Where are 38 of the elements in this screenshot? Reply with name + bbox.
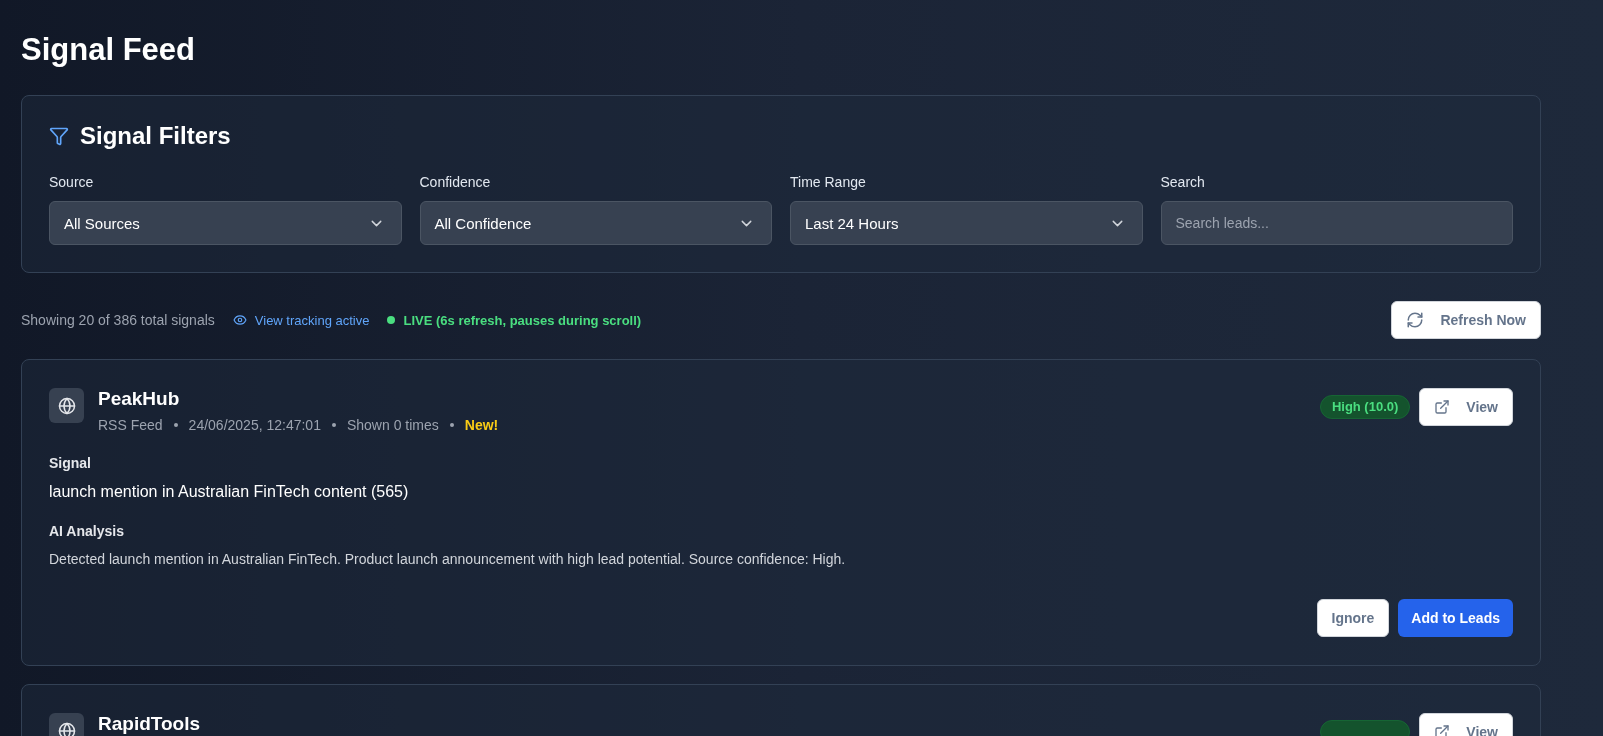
filter-dropdown[interactable]: All Confidence [419,201,772,245]
live-status-dot [387,316,396,324]
signal-company-name: RapidTools [98,713,201,735]
filter-icon [49,126,69,146]
filter-label: Search [1160,174,1206,190]
page-title: Signal Feed [21,31,196,69]
search-field[interactable]: Search leads... [1160,201,1513,245]
bullet-separator-icon [449,423,454,427]
external-link-icon [1434,724,1451,736]
confidence-badge: High (10.0) [1319,395,1411,419]
refresh-button[interactable]: Refresh Now [1391,301,1541,339]
eye-icon [232,313,247,327]
globe-icon [49,388,84,423]
signal-meta-text: 24/06/2025, 12:47:01 [188,417,321,433]
filter-label: Confidence [419,174,492,190]
new-label: New! [464,417,499,433]
signal-label: Signal [49,455,92,471]
view-button[interactable]: View [1419,388,1513,426]
add-to-leads-button[interactable]: Add to Leads [1398,599,1513,637]
bullet-separator-icon [331,423,336,427]
filter-label: Source [49,174,95,190]
ignore-button[interactable]: Ignore [1316,599,1390,637]
analysis-text: Detected launch mention in Australian FinTech. Product launch announcement with high lead potential. Source confidence: High. [49,551,847,567]
refresh-icon [1406,311,1425,329]
signal-meta-text: Shown 0 times [346,417,439,433]
filters-title: Signal Filters [80,122,231,150]
filter-dropdown[interactable]: Last 24 Hours [790,201,1143,245]
analysis-label: AI Analysis [49,523,125,539]
bullet-separator-icon [173,423,178,427]
signal-count-text: Showing 20 of 386 total signals [21,312,215,328]
external-link-icon [1434,399,1451,415]
signal-meta-text: RSS Feed [98,417,163,433]
filter-label: Time Range [790,174,867,190]
live-status-text: LIVE (6s refresh, pauses during scroll) [403,312,642,328]
signal-company-name: PeakHub [98,388,181,410]
signal-text: launch mention in Australian FinTech content (565) [49,483,410,501]
filter-dropdown[interactable]: All Sources [49,201,402,245]
tracking-status-text: View tracking active [254,312,370,328]
